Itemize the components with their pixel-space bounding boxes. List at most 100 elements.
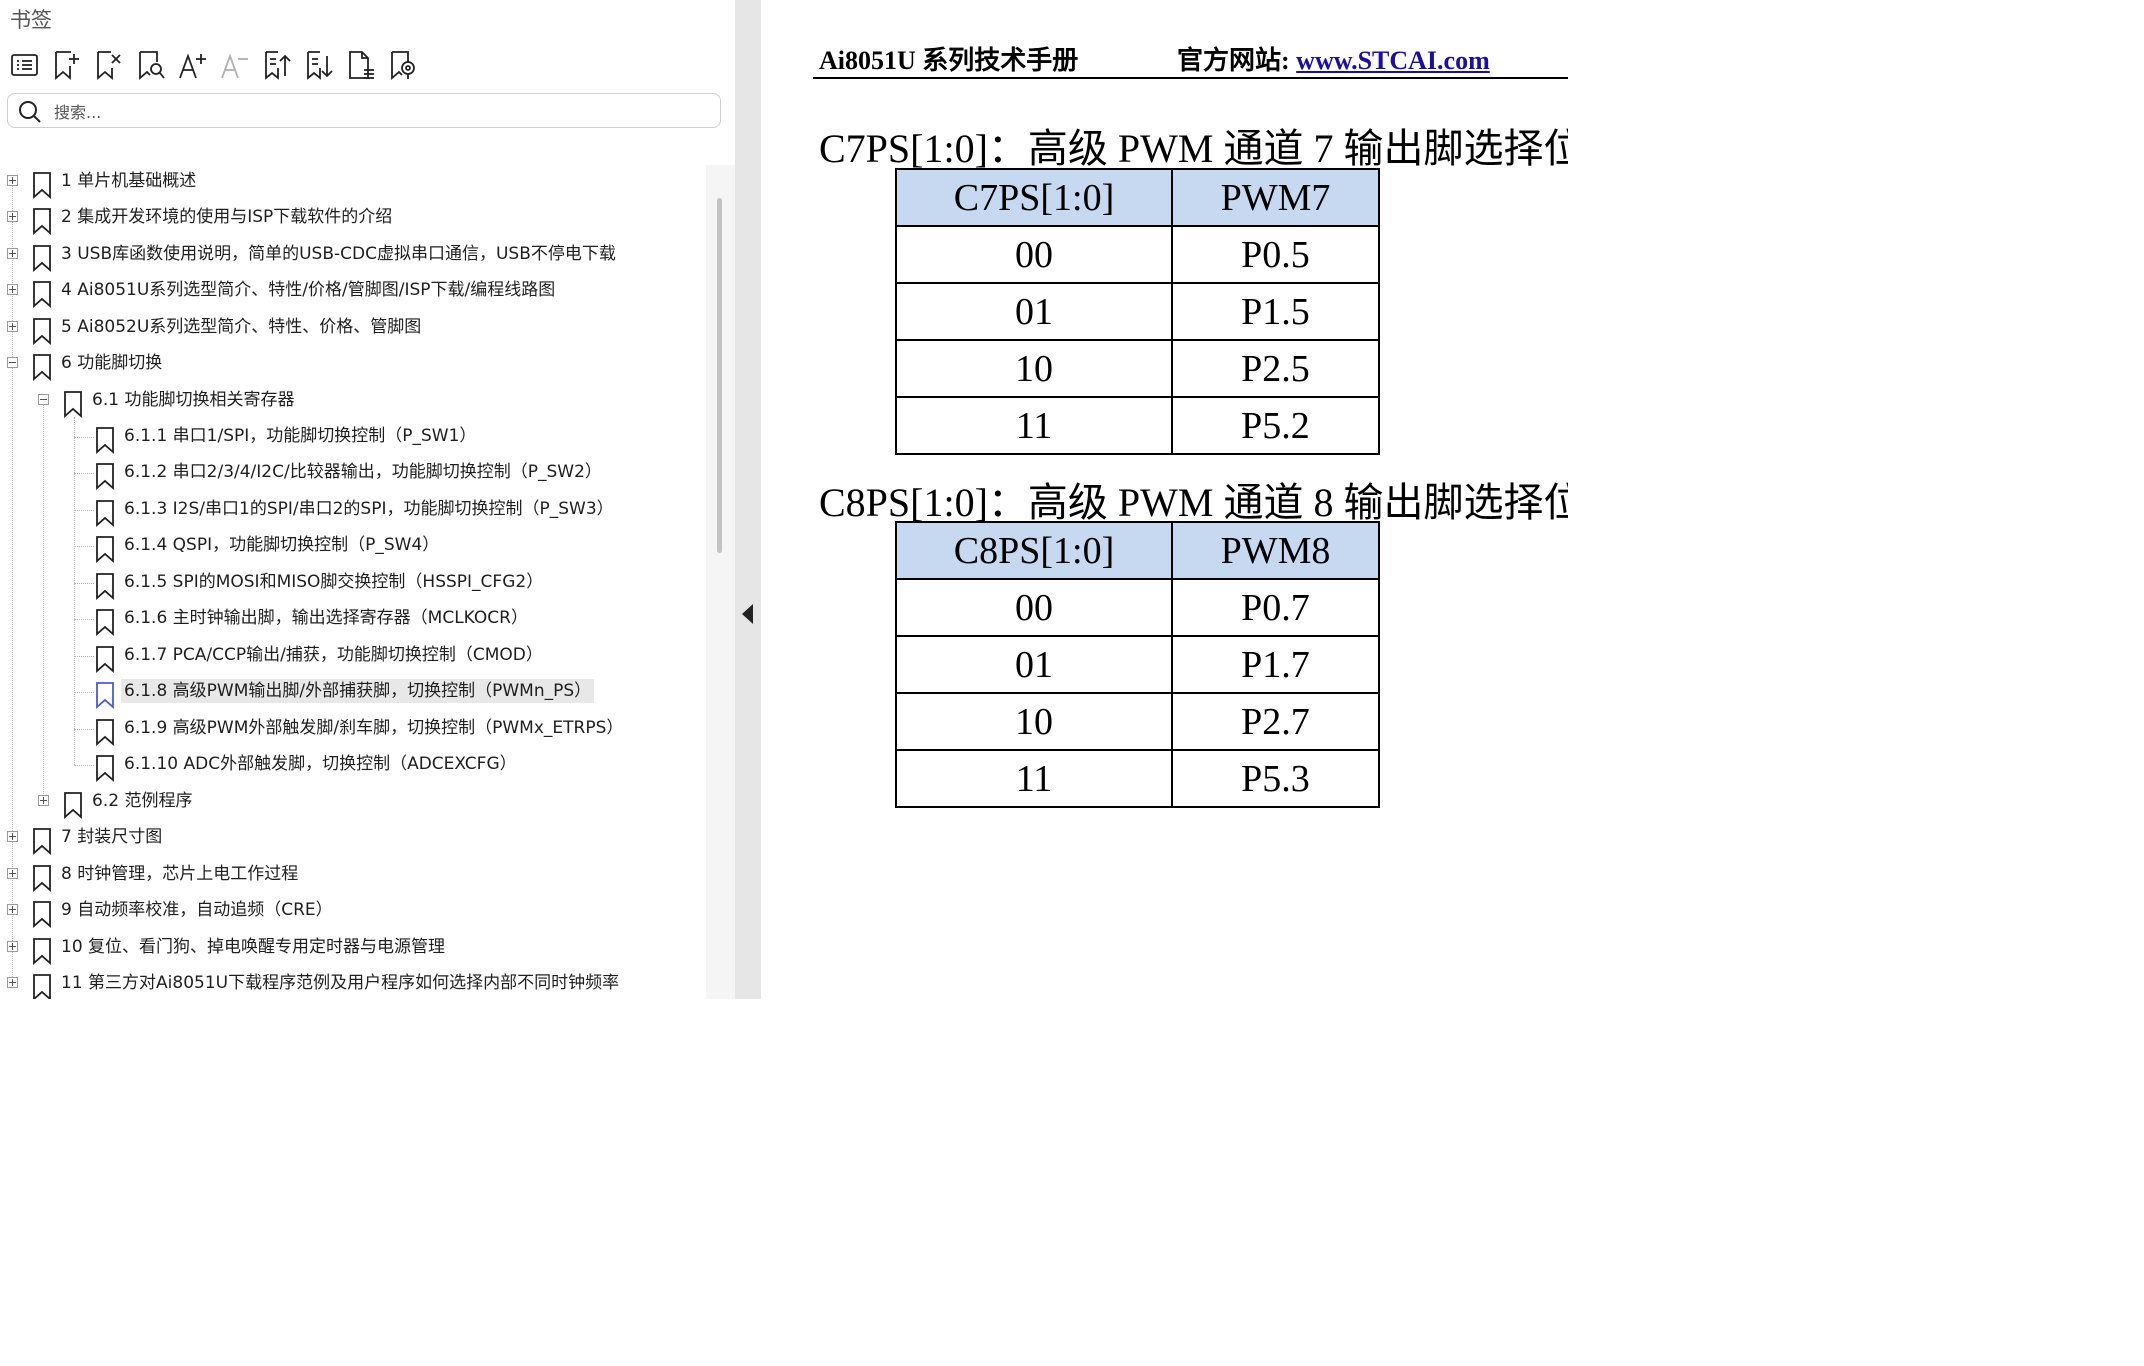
find-bookmark-icon[interactable] [135, 46, 177, 84]
bookmark-label[interactable]: 6.1.10 ADC外部触发脚，切换控制（ADCEXCFG） [121, 752, 520, 776]
tree-row[interactable]: 6.1.3 I2S/串口1的SPI/串口2的SPI，功能脚切换控制（P_SW3） [0, 493, 705, 529]
outline-icon[interactable] [9, 46, 51, 84]
bookmark-label[interactable]: 6.1.8 高级PWM输出脚/外部捕获脚，切换控制（PWMn_PS） [121, 679, 595, 703]
bookmark-label[interactable]: 10 复位、看门狗、掉电唤醒专用定时器与电源管理 [58, 935, 448, 959]
search-input[interactable] [52, 98, 696, 126]
expand-toggle[interactable] [7, 211, 18, 222]
table-cell: P1.7 [1171, 635, 1380, 694]
website-link[interactable]: www.STCAI.com [1296, 46, 1490, 75]
document-icon[interactable] [345, 46, 387, 84]
bookmark-label[interactable]: 3 USB库函数使用说明，简单的USB-CDC虚拟串口通信，USB不停电下载 [58, 242, 619, 266]
tree-row[interactable]: 2 集成开发环境的使用与ISP下载软件的介绍 [0, 201, 705, 237]
bookmark-label[interactable]: 11 第三方对Ai8051U下载程序范例及用户程序如何选择内部不同时钟频率 [58, 971, 622, 995]
tree-row[interactable]: 6.1.6 主时钟输出脚，输出选择寄存器（MCLKOCR） [0, 602, 705, 638]
tree-row[interactable]: 6.1.10 ADC外部触发脚，切换控制（ADCEXCFG） [0, 748, 705, 784]
delete-bookmark-icon[interactable] [93, 46, 135, 84]
bookmark-label[interactable]: 6.1.3 I2S/串口1的SPI/串口2的SPI，功能脚切换控制（P_SW3） [121, 497, 617, 521]
bookmark-icon [95, 535, 115, 563]
bookmark-label[interactable]: 6.1.6 主时钟输出脚，输出选择寄存器（MCLKOCR） [121, 606, 531, 630]
bookmark-label[interactable]: 6.1.7 PCA/CCP输出/捕获，功能脚切换控制（CMOD） [121, 643, 546, 667]
bookmark-icon [63, 791, 83, 819]
bookmark-icon [32, 317, 52, 345]
expand-toggle[interactable] [7, 248, 18, 259]
bookmark-label[interactable]: 7 封装尺寸图 [58, 825, 165, 849]
tree-row[interactable]: 4 Ai8051U系列选型简介、特性/价格/管脚图/ISP下载/编程线路图 [0, 274, 705, 310]
expand-toggle[interactable] [7, 868, 18, 879]
expand-toggle[interactable] [7, 904, 18, 915]
increase-text-icon[interactable] [177, 46, 219, 84]
collapse-toggle[interactable] [38, 394, 49, 405]
tree-row[interactable]: 6.1.9 高级PWM外部触发脚/刹车脚，切换控制（PWMx_ETRPS） [0, 712, 705, 748]
expand-toggle[interactable] [7, 284, 18, 295]
table-cell: P2.7 [1171, 692, 1380, 751]
section-heading: C7PS[1:0]：高级 PWM 通道 7 输出脚选择位 [819, 126, 1568, 171]
bookmark-label[interactable]: 6 功能脚切换 [58, 351, 165, 375]
bookmark-label[interactable]: 6.1.1 串口1/SPI，功能脚切换控制（P_SW1） [121, 424, 479, 448]
bookmark-icon [32, 280, 52, 308]
collapse-toggle[interactable] [7, 357, 18, 368]
bookmark-label[interactable]: 8 时钟管理，芯片上电工作过程 [58, 862, 301, 886]
tree-row[interactable]: 6.1.4 QSPI，功能脚切换控制（P_SW4） [0, 529, 705, 565]
tree-row[interactable]: 6.1.1 串口1/SPI，功能脚切换控制（P_SW1） [0, 420, 705, 456]
bookmark-label[interactable]: 6.1.9 高级PWM外部触发脚/刹车脚，切换控制（PWMx_ETRPS） [121, 716, 626, 740]
tree-row[interactable]: 9 自动频率校准，自动追频（CRE） [0, 894, 705, 930]
tree-row-selected[interactable]: 6.1.8 高级PWM输出脚/外部捕获脚，切换控制（PWMn_PS） [0, 675, 705, 711]
expand-toggle[interactable] [7, 321, 18, 332]
bookmark-label[interactable]: 6.1.5 SPI的MOSI和MISO脚交换控制（HSSPI_CFG2） [121, 570, 546, 594]
tree-row[interactable]: 6.1.2 串口2/3/4/I2C/比较器输出，功能脚切换控制（P_SW2） [0, 456, 705, 492]
bookmark-icon [63, 390, 83, 418]
table-cell: 11 [895, 396, 1173, 455]
tree-row[interactable]: 1 单片机基础概述 [0, 165, 705, 201]
panel-title: 书签 [10, 8, 52, 32]
expand-toggle[interactable] [7, 831, 18, 842]
tree-row[interactable]: 11 第三方对Ai8051U下载程序范例及用户程序如何选择内部不同时钟频率 [0, 967, 705, 999]
table-cell: P0.7 [1171, 578, 1380, 637]
bookmark-label[interactable]: 6.1 功能脚切换相关寄存器 [89, 388, 297, 412]
bookmark-location-icon[interactable] [387, 46, 429, 84]
tree-scrollbar[interactable] [706, 165, 735, 999]
bookmark-label[interactable]: 1 单片机基础概述 [58, 169, 199, 193]
bookmark-icon [32, 244, 52, 272]
expand-toggle[interactable] [7, 175, 18, 186]
tree-row[interactable]: 6.1.5 SPI的MOSI和MISO脚交换控制（HSSPI_CFG2） [0, 566, 705, 602]
bookmark-label[interactable]: 6.1.2 串口2/3/4/I2C/比较器输出，功能脚切换控制（P_SW2） [121, 460, 605, 484]
table-cell: P5.2 [1171, 396, 1380, 455]
tree-row[interactable]: 7 封装尺寸图 [0, 821, 705, 857]
expand-toggle[interactable] [7, 977, 18, 988]
decrease-text-icon[interactable] [219, 46, 261, 84]
expand-toggle[interactable] [7, 941, 18, 952]
tree-row[interactable]: 6.1 功能脚切换相关寄存器 [0, 384, 705, 420]
bookmark-icon [95, 426, 115, 454]
tree-row[interactable]: 6.2 范例程序 [0, 785, 705, 821]
tree-row[interactable]: 6.1.7 PCA/CCP输出/捕获，功能脚切换控制（CMOD） [0, 639, 705, 675]
expand-up-icon[interactable] [261, 46, 303, 84]
bookmark-label[interactable]: 9 自动频率校准，自动追频（CRE） [58, 898, 336, 922]
table-row: 10 P2.5 [895, 339, 1380, 398]
bookmark-label[interactable]: 5 Ai8052U系列选型简介、特性、价格、管脚图 [58, 315, 424, 339]
bookmark-label[interactable]: 6.1.4 QSPI，功能脚切换控制（P_SW4） [121, 533, 442, 557]
scrollbar-thumb[interactable] [717, 198, 722, 553]
panel-splitter[interactable] [735, 0, 761, 999]
bookmark-icon [95, 681, 115, 709]
expand-toggle[interactable] [38, 795, 49, 806]
tree-row[interactable]: 3 USB库函数使用说明，简单的USB-CDC虚拟串口通信，USB不停电下载 [0, 238, 705, 274]
tree-row[interactable]: 8 时钟管理，芯片上电工作过程 [0, 858, 705, 894]
table-header-cell: PWM8 [1171, 521, 1380, 580]
bookmarks-toolbar [9, 46, 429, 84]
table-cell: 01 [895, 282, 1173, 341]
bookmark-label[interactable]: 6.2 范例程序 [89, 789, 195, 813]
tree-row[interactable]: 10 复位、看门狗、掉电唤醒专用定时器与电源管理 [0, 931, 705, 967]
add-bookmark-icon[interactable] [51, 46, 93, 84]
tree-row[interactable]: 5 Ai8052U系列选型简介、特性、价格、管脚图 [0, 311, 705, 347]
bookmark-icon [32, 353, 52, 381]
search-box[interactable] [7, 93, 721, 128]
table-cell: 10 [895, 692, 1173, 751]
tree-row[interactable]: 6 功能脚切换 [0, 347, 705, 383]
bookmark-label[interactable]: 2 集成开发环境的使用与ISP下载软件的介绍 [58, 205, 395, 229]
bookmark-label[interactable]: 4 Ai8051U系列选型简介、特性/价格/管脚图/ISP下载/编程线路图 [58, 278, 558, 302]
collapse-panel-arrow-icon[interactable] [742, 604, 753, 624]
bookmark-icon [95, 754, 115, 782]
table-cell: P2.5 [1171, 339, 1380, 398]
table-row: 01 P1.7 [895, 635, 1380, 694]
expand-down-icon[interactable] [303, 46, 345, 84]
